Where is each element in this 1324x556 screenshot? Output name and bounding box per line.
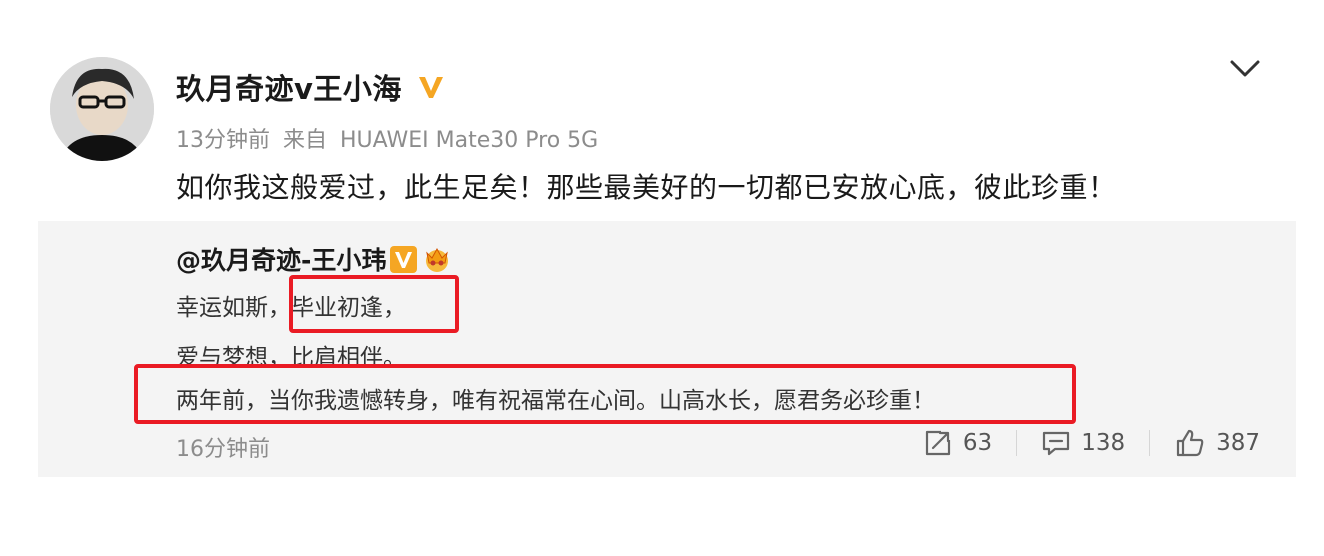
- like-count: 387: [1216, 430, 1260, 456]
- post-meta: 13分钟前 来自 HUAWEI Mate30 Pro 5G: [176, 122, 598, 154]
- post-text: 如你我这般爱过，此生足矣！那些最美好的一切都已安放心底，彼此珍重！: [176, 171, 1117, 204]
- comment-count: 138: [1081, 430, 1126, 456]
- chevron-down-icon[interactable]: [1228, 56, 1262, 82]
- avatar[interactable]: [50, 57, 154, 161]
- action-divider: [1149, 430, 1151, 456]
- post-device: HUAWEI Mate30 Pro 5G: [340, 128, 599, 153]
- like-button[interactable]: 387: [1174, 427, 1260, 459]
- crown-badge-icon: [426, 247, 449, 272]
- post-author-name[interactable]: 玖月奇迹v王小海: [176, 66, 402, 108]
- verified-v-icon: [418, 77, 443, 98]
- action-divider: [1016, 430, 1018, 456]
- comment-icon: [1043, 431, 1070, 456]
- post-from-label: 来自: [283, 128, 328, 153]
- repost-time[interactable]: 16分钟前: [176, 431, 270, 463]
- repost-count: 63: [962, 430, 993, 456]
- repost-line-1-prefix: 幸运如斯，: [176, 295, 291, 321]
- repost-card[interactable]: @玖月奇迹-王小玮 幸运如斯，毕业初逢， 爱与梦想，比肩相伴。 两年前，当你我遗…: [38, 221, 1296, 477]
- weibo-post: 玖月奇迹v王小海 13分钟前 来自 HUAWEI Mate30 Pro 5G 如…: [0, 0, 1324, 556]
- verified-v-icon: [390, 245, 418, 273]
- repost-icon: [925, 430, 951, 456]
- highlight-box-1: [289, 275, 459, 333]
- repost-author-name[interactable]: @玖月奇迹-王小玮: [176, 241, 386, 277]
- highlight-box-2: [134, 364, 1076, 424]
- repost-author[interactable]: @玖月奇迹-王小玮: [176, 241, 453, 277]
- post-author[interactable]: 玖月奇迹v王小海: [176, 66, 446, 108]
- thumbs-up-icon: [1176, 429, 1204, 457]
- comment-button[interactable]: 138: [1041, 428, 1125, 458]
- post-time[interactable]: 13分钟前: [176, 128, 270, 153]
- repost-actions: 63 138 387: [923, 427, 1260, 459]
- repost-button[interactable]: 63: [923, 428, 992, 458]
